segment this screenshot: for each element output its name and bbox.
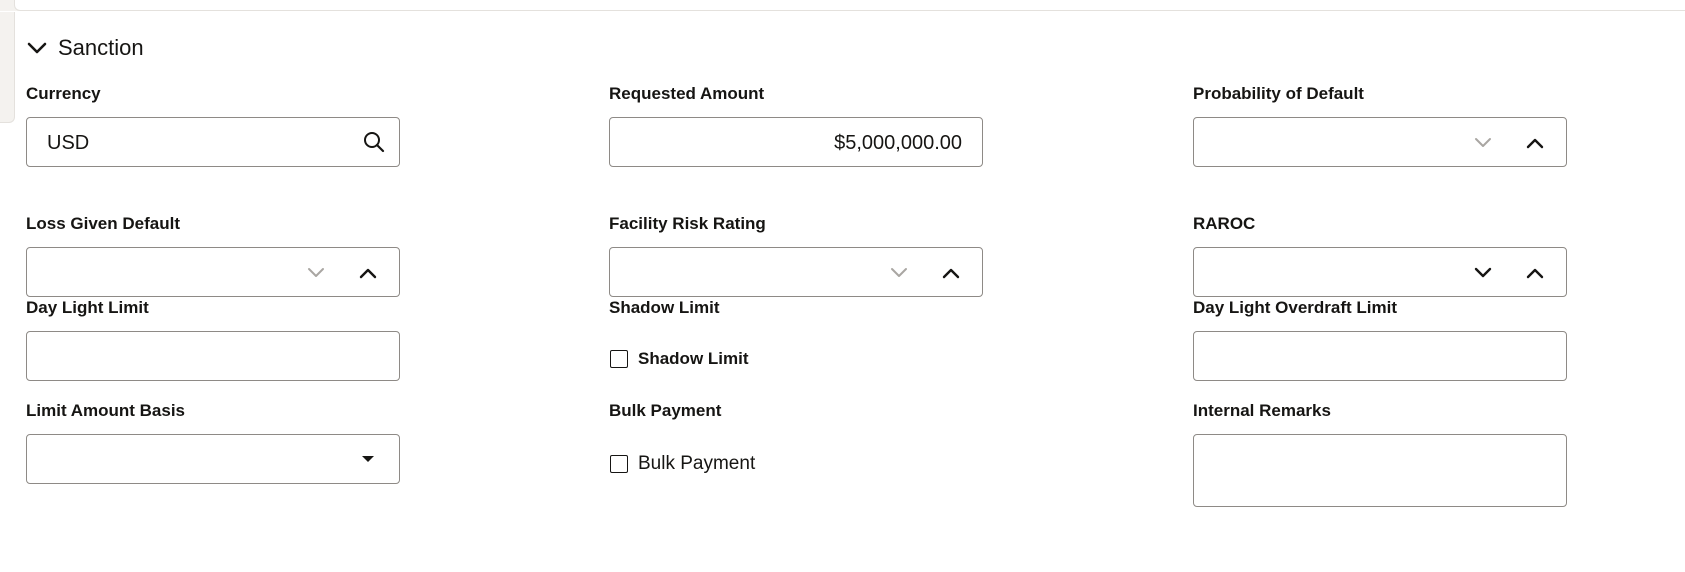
limit-amount-basis-label: Limit Amount Basis	[26, 401, 185, 420]
probability-of-default-field[interactable]	[1193, 117, 1567, 167]
internal-remarks-textarea[interactable]	[1193, 434, 1567, 507]
bulk-payment-label: Bulk Payment	[609, 401, 722, 420]
day-light-limit-field[interactable]	[26, 331, 400, 381]
facility-risk-rating-field[interactable]	[609, 247, 983, 297]
probability-of-default-label: Probability of Default	[1193, 84, 1364, 103]
shadow-limit-checkbox[interactable]: Shadow Limit	[610, 349, 749, 369]
dropdown-caret-icon[interactable]	[355, 446, 381, 472]
internal-remarks-label: Internal Remarks	[1193, 401, 1331, 420]
increment-chevron-up-icon[interactable]	[938, 260, 964, 286]
shadow-limit-checkbox-label: Shadow Limit	[638, 349, 749, 368]
raroc-label: RAROC	[1193, 214, 1256, 233]
limit-amount-basis-select[interactable]	[26, 434, 400, 484]
section-title: Sanction	[58, 35, 144, 60]
panel-edge	[0, 12, 15, 123]
requested-amount-field[interactable]: $5,000,000.00	[609, 117, 983, 167]
day-light-limit-label: Day Light Limit	[26, 298, 149, 317]
day-light-overdraft-limit-field[interactable]	[1193, 331, 1567, 381]
shadow-limit-label: Shadow Limit	[609, 298, 720, 317]
increment-chevron-up-icon[interactable]	[355, 260, 381, 286]
requested-amount-label: Requested Amount	[609, 84, 765, 103]
previous-section-card	[14, 0, 1685, 11]
currency-value: USD	[47, 132, 90, 154]
currency-field[interactable]: USD	[26, 117, 400, 167]
decrement-chevron-down-icon[interactable]	[1470, 260, 1496, 286]
loss-given-default-field[interactable]	[26, 247, 400, 297]
search-icon[interactable]	[361, 129, 387, 155]
decrement-chevron-down-icon[interactable]	[886, 260, 912, 286]
facility-risk-rating-label: Facility Risk Rating	[609, 214, 766, 233]
day-light-overdraft-limit-label: Day Light Overdraft Limit	[1193, 298, 1398, 317]
bulk-payment-checkbox-label: Bulk Payment	[638, 453, 756, 474]
bulk-payment-checkbox[interactable]: Bulk Payment	[610, 453, 755, 475]
currency-label: Currency	[26, 84, 101, 103]
increment-chevron-up-icon[interactable]	[1522, 130, 1548, 156]
requested-amount-value: $5,000,000.00	[834, 132, 962, 154]
increment-chevron-up-icon[interactable]	[1522, 260, 1548, 286]
chevron-down-icon	[27, 42, 47, 54]
raroc-field[interactable]	[1193, 247, 1567, 297]
decrement-chevron-down-icon[interactable]	[1470, 130, 1496, 156]
loss-given-default-label: Loss Given Default	[26, 214, 180, 233]
checkbox-box[interactable]	[610, 350, 628, 368]
decrement-chevron-down-icon[interactable]	[303, 260, 329, 286]
sanction-section-toggle[interactable]: Sanction	[26, 34, 144, 62]
checkbox-box[interactable]	[610, 455, 628, 473]
